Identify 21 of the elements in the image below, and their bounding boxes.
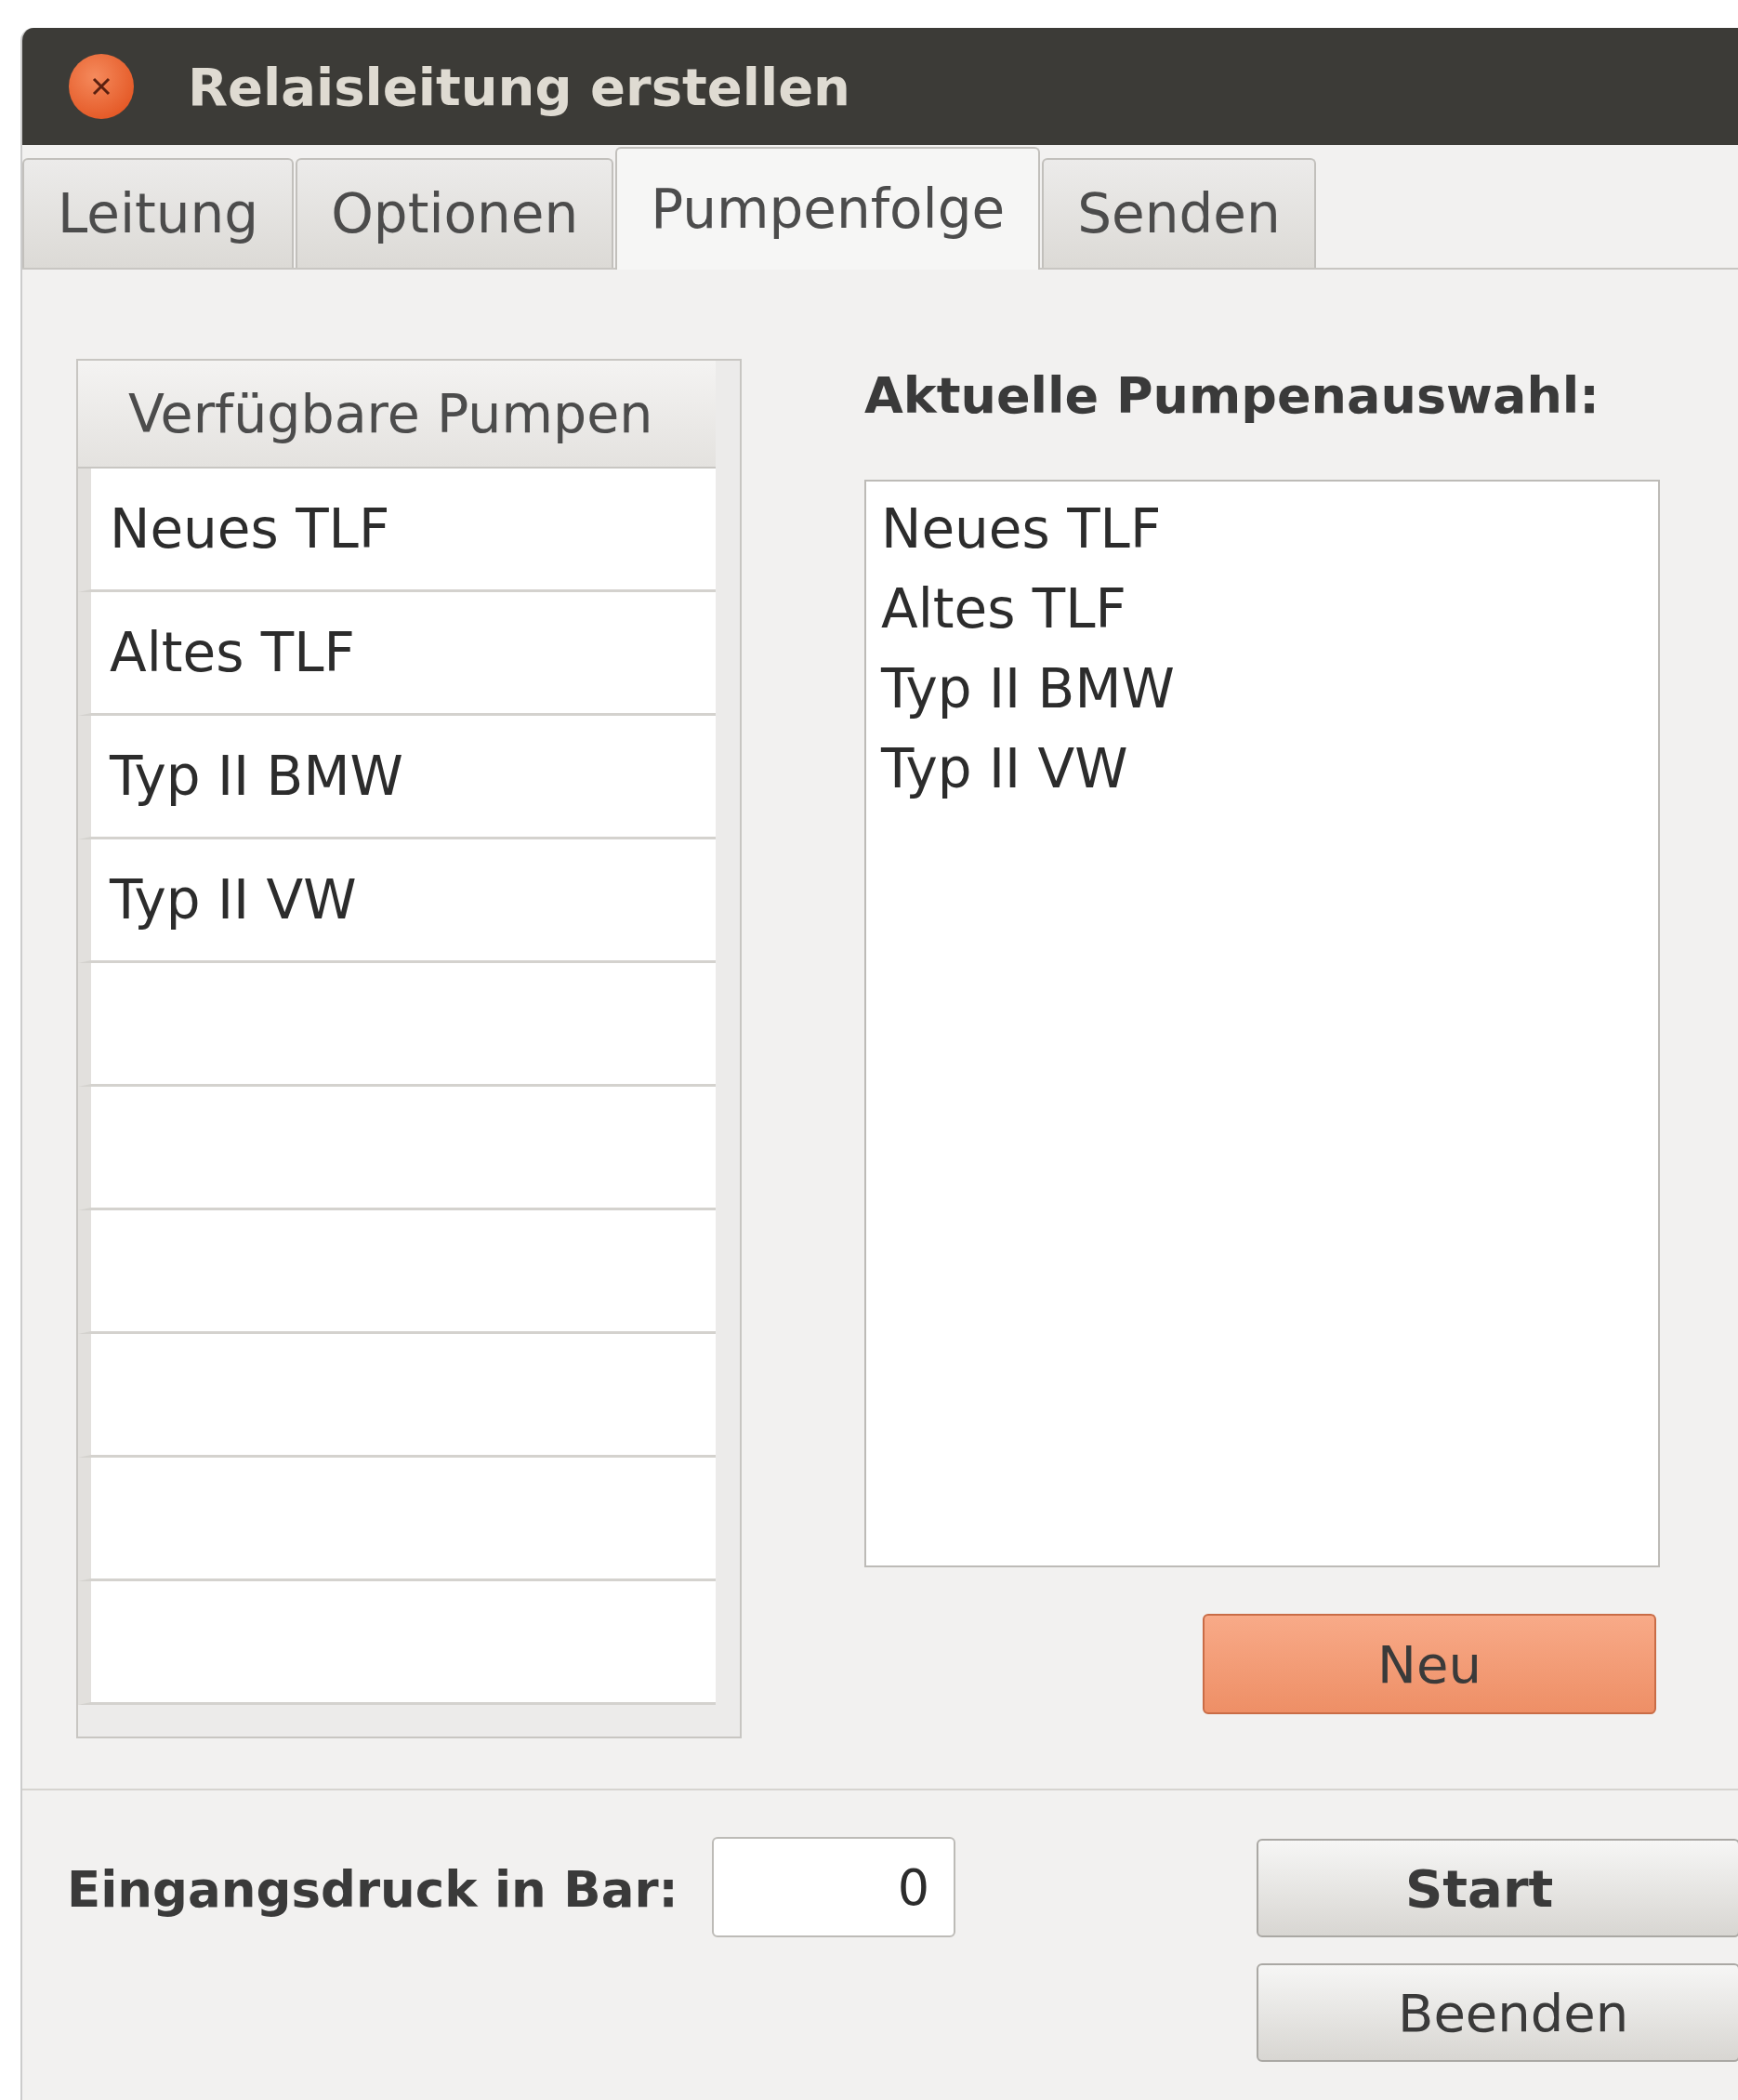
list-item[interactable]: Typ II BMW xyxy=(881,649,1643,729)
list-item[interactable]: Neues TLF xyxy=(881,489,1643,569)
table-row[interactable]: Typ II BMW xyxy=(78,716,716,839)
quit-button[interactable]: Beenden xyxy=(1257,1963,1738,2062)
start-button[interactable]: Start xyxy=(1257,1839,1738,1937)
tab[interactable]: Pumpenfolge xyxy=(615,147,1041,270)
tab[interactable]: Senden xyxy=(1042,158,1316,268)
selection-label: Aktuelle Pumpenauswahl: xyxy=(864,366,1600,427)
table-row[interactable]: Altes TLF xyxy=(78,592,716,716)
list-item[interactable]: Altes TLF xyxy=(881,569,1643,649)
table-row[interactable]: Typ II VW xyxy=(78,839,716,963)
tab[interactable]: Optionen xyxy=(296,158,614,268)
list-item[interactable]: Typ II VW xyxy=(881,729,1643,809)
column-header[interactable]: Verfügbare Pumpen xyxy=(78,361,716,469)
close-icon xyxy=(90,75,112,98)
table-row[interactable]: Neues TLF xyxy=(78,469,716,592)
new-button[interactable]: Neu xyxy=(1203,1614,1656,1714)
pressure-field[interactable]: 0 xyxy=(712,1837,955,1937)
pressure-label: Eingangsdruck in Bar: xyxy=(67,1861,679,1918)
tab[interactable]: Leitung xyxy=(22,158,295,268)
window-title: Relaisleitung erstellen xyxy=(188,56,850,117)
